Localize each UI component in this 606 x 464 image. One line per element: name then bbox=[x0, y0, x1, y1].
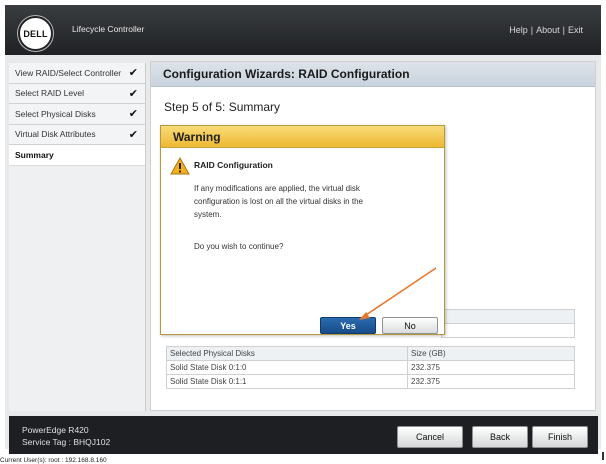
warning-dialog: Warning RAID Configuration If any modifi… bbox=[160, 125, 445, 335]
service-tag: Service Tag : BHQJ102 bbox=[22, 437, 111, 447]
sidebar-item-label: Select RAID Level bbox=[15, 88, 84, 99]
sidebar-item-label: Summary bbox=[15, 149, 54, 160]
link-separator: | bbox=[530, 25, 534, 35]
step-title: Step 5 of 5: Summary bbox=[164, 100, 281, 114]
check-icon: ✔ bbox=[128, 67, 138, 79]
sidebar-item-summary[interactable]: Summary bbox=[9, 145, 145, 166]
sidebar-item-label: Virtual Disk Attributes bbox=[15, 129, 96, 140]
dialog-message: If any modifications are applied, the vi… bbox=[194, 184, 363, 219]
check-icon: ✔ bbox=[128, 87, 138, 100]
app-title: Lifecycle Controller bbox=[72, 24, 145, 34]
sidebar-item-raid-level[interactable]: Select RAID Level ✔ bbox=[9, 83, 145, 104]
help-link[interactable]: Help bbox=[509, 25, 528, 35]
dialog-question: Do you wish to continue? bbox=[194, 242, 284, 251]
table-row: Solid State Disk 0:1:1 232.375 bbox=[166, 374, 575, 389]
sidebar-item-label: Select Physical Disks bbox=[15, 108, 96, 119]
dialog-header: Warning bbox=[161, 126, 444, 148]
yes-button[interactable]: Yes bbox=[320, 317, 376, 334]
sidebar-item-view-raid[interactable]: View RAID/Select Controller ✔ bbox=[9, 63, 145, 84]
finish-button[interactable]: Finish bbox=[532, 426, 588, 448]
back-button[interactable]: Back bbox=[472, 426, 528, 448]
no-button[interactable]: No bbox=[382, 317, 438, 334]
warning-icon bbox=[170, 157, 190, 175]
summary-attributes-table bbox=[441, 309, 575, 338]
app-header: DELL Lifecycle Controller Help | About | Exi… bbox=[5, 5, 601, 55]
table-cell bbox=[441, 309, 575, 324]
selected-disks-table: Selected Physical Disks Size (GB) Solid … bbox=[166, 346, 575, 389]
sidebar-item-label: View RAID/Select Controller bbox=[15, 67, 122, 78]
check-icon: ✔ bbox=[128, 128, 138, 141]
column-header: Size (GB) bbox=[407, 346, 575, 361]
link-separator: | bbox=[562, 25, 565, 35]
page-title: Configuration Wizards: RAID Configuratio… bbox=[151, 62, 595, 87]
table-cell: 232.375 bbox=[407, 360, 575, 375]
current-user-status: Current User(s): root : 192.168.8.160 bbox=[0, 457, 107, 464]
dialog-title: RAID Configuration bbox=[194, 160, 273, 170]
cancel-button[interactable]: Cancel bbox=[397, 426, 463, 448]
about-link[interactable]: About bbox=[536, 25, 560, 35]
footer-bar: PowerEdge R420 Service Tag : BHQJ102 Can… bbox=[9, 416, 598, 454]
header-links: Help | About | Exit bbox=[509, 25, 583, 35]
table-cell bbox=[441, 323, 575, 338]
table-cell: Solid State Disk 0:1:0 bbox=[166, 360, 408, 375]
table-cell: 232.375 bbox=[407, 374, 575, 389]
dell-logo: DELL bbox=[18, 16, 53, 51]
exit-link[interactable]: Exit bbox=[568, 25, 583, 35]
sidebar-item-physical-disks[interactable]: Select Physical Disks ✔ bbox=[9, 104, 145, 125]
sidebar-item-vd-attributes[interactable]: Virtual Disk Attributes ✔ bbox=[9, 124, 145, 145]
system-info: PowerEdge R420 Service Tag : BHQJ102 bbox=[22, 424, 110, 448]
logo-text: DELL bbox=[23, 28, 48, 39]
model-name: PowerEdge R420 bbox=[22, 425, 89, 435]
check-icon: ✔ bbox=[128, 108, 138, 120]
table-row: Solid State Disk 0:1:0 232.375 bbox=[166, 360, 575, 375]
wizard-steps-sidebar: View RAID/Select Controller ✔ Select RAID… bbox=[9, 63, 146, 411]
table-cell: Solid State Disk 0:1:1 bbox=[166, 374, 408, 389]
cursor-mark bbox=[602, 452, 604, 460]
column-header: Selected Physical Disks bbox=[166, 346, 408, 361]
